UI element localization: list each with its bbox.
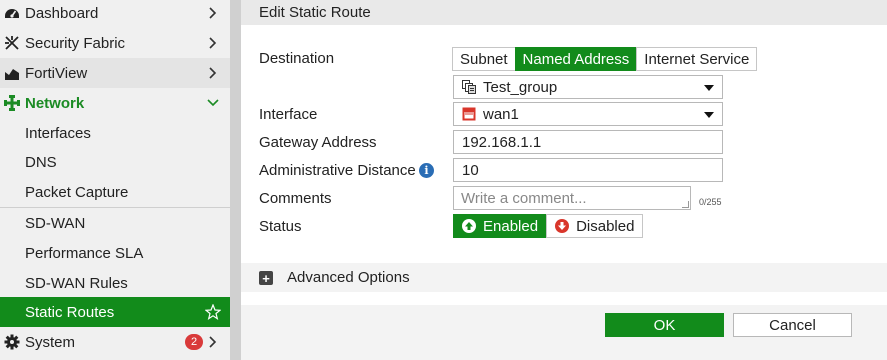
- edit-static-route-panel: Edit Static Route Destination Subnet Nam…: [241, 0, 887, 360]
- caret-down-icon: [704, 112, 714, 118]
- comments-field[interactable]: Write a comment...: [453, 186, 691, 210]
- sidebar-item-label: Security Fabric: [25, 34, 126, 52]
- star-icon[interactable]: [205, 304, 221, 320]
- interface-label: Interface: [259, 106, 318, 123]
- status-label: Status: [259, 218, 302, 235]
- administrative-distance-label: Administrative Distance: [259, 162, 416, 179]
- sidebar-item-label: Network: [25, 94, 85, 112]
- sidebar-item-label: Dashboard: [25, 4, 99, 22]
- expand-plus-icon[interactable]: +: [259, 271, 273, 285]
- chevron-right-icon: [205, 35, 221, 51]
- sidebar-item-label: Interfaces: [25, 124, 91, 142]
- destination-label: Destination: [259, 50, 335, 67]
- notification-badge: 2: [185, 334, 203, 350]
- chevron-down-icon: [205, 95, 221, 111]
- advanced-options-label[interactable]: Advanced Options: [287, 269, 410, 286]
- sidebar-item-static-routes[interactable]: Static Routes: [0, 297, 230, 327]
- sidebar-item-label: DNS: [25, 153, 57, 171]
- dashboard-icon: [4, 5, 20, 21]
- interface-value: wan1: [483, 105, 519, 123]
- chevron-right-icon: [205, 5, 221, 21]
- sidebar-item-label: Static Routes: [25, 303, 115, 321]
- port-icon: [462, 107, 476, 121]
- chevron-right-icon: [205, 65, 221, 81]
- sidebar-item-label: Packet Capture: [25, 183, 129, 201]
- arrow-down-circle-icon: [555, 219, 570, 233]
- ok-button[interactable]: OK: [605, 313, 724, 337]
- sidebar-item-performance-sla[interactable]: Performance SLA: [0, 238, 230, 268]
- sidebar: Dashboard Security Fabric FortiView Netw…: [0, 0, 230, 360]
- destination-option-subnet[interactable]: Subnet: [452, 47, 516, 71]
- resize-handle-icon[interactable]: [682, 201, 689, 208]
- status-toggle: Enabled Disabled: [453, 214, 644, 238]
- gateway-address-input[interactable]: 192.168.1.1: [453, 130, 723, 154]
- gear-icon: [4, 334, 20, 350]
- interface-select[interactable]: wan1: [453, 102, 723, 126]
- page-title: Edit Static Route: [259, 4, 371, 21]
- sidebar-item-fortiview[interactable]: FortiView: [0, 58, 230, 88]
- status-disabled-label: Disabled: [576, 217, 635, 235]
- cancel-button[interactable]: Cancel: [733, 313, 852, 337]
- sidebar-item-label: Performance SLA: [25, 244, 144, 262]
- comments-label: Comments: [259, 190, 332, 207]
- administrative-distance-input[interactable]: 10: [453, 158, 723, 182]
- chevron-right-icon: [205, 334, 221, 350]
- status-enabled-button[interactable]: Enabled: [453, 214, 548, 238]
- arrow-up-circle-icon: [462, 219, 476, 233]
- sidebar-scrollbar[interactable]: [230, 0, 241, 360]
- status-disabled-button[interactable]: Disabled: [546, 214, 644, 238]
- status-enabled-label: Enabled: [483, 217, 539, 235]
- sidebar-item-network[interactable]: Network: [0, 88, 230, 118]
- sidebar-item-sd-wan-rules[interactable]: SD-WAN Rules: [0, 268, 230, 298]
- title-bar: Edit Static Route: [241, 0, 887, 25]
- fortiview-icon: [4, 65, 20, 81]
- sidebar-item-label: System: [25, 333, 76, 351]
- comments-placeholder: Write a comment...: [461, 189, 587, 207]
- address-group-icon: [462, 80, 476, 94]
- destination-option-internet-service[interactable]: Internet Service: [636, 47, 758, 71]
- sidebar-item-security-fabric[interactable]: Security Fabric: [0, 28, 230, 58]
- sidebar-item-sd-wan[interactable]: SD-WAN: [0, 208, 230, 238]
- info-icon[interactable]: i: [419, 163, 434, 178]
- named-address-value: Test_group: [483, 78, 558, 96]
- sidebar-item-label: SD-WAN Rules: [25, 274, 128, 292]
- destination-type-selector: Subnet Named Address Internet Service: [452, 47, 758, 71]
- destination-option-named-address[interactable]: Named Address: [514, 47, 638, 71]
- caret-down-icon: [704, 85, 714, 91]
- sidebar-item-label: SD-WAN: [25, 214, 86, 232]
- gateway-address-label: Gateway Address: [259, 134, 377, 151]
- sidebar-item-dashboard[interactable]: Dashboard: [0, 0, 230, 28]
- sidebar-item-interfaces[interactable]: Interfaces: [0, 118, 230, 148]
- sidebar-item-dns[interactable]: DNS: [0, 147, 230, 177]
- sidebar-item-label: FortiView: [25, 64, 88, 82]
- security-fabric-icon: [4, 35, 20, 51]
- named-address-select[interactable]: Test_group: [453, 75, 723, 99]
- network-icon: [4, 95, 20, 111]
- sidebar-item-packet-capture[interactable]: Packet Capture: [0, 177, 230, 207]
- sidebar-item-system[interactable]: System 2: [0, 327, 230, 357]
- comments-character-counter: 0/255: [699, 197, 722, 207]
